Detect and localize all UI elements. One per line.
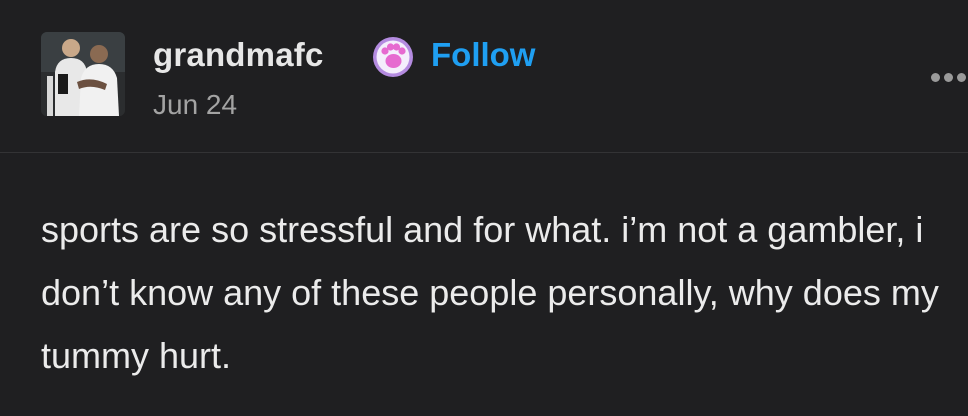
dot — [944, 73, 953, 82]
post-card: grandmafc Follow Jun 24 sports are so st… — [0, 0, 968, 416]
avatar-photo-icon — [41, 32, 125, 116]
more-options-icon[interactable] — [928, 66, 968, 90]
paw-badge-icon[interactable] — [371, 35, 415, 79]
post-date[interactable]: Jun 24 — [153, 89, 237, 121]
username[interactable]: grandmafc — [153, 36, 324, 74]
dot — [957, 73, 966, 82]
avatar[interactable] — [41, 32, 125, 116]
post-header: grandmafc Follow Jun 24 — [0, 0, 968, 153]
follow-button[interactable]: Follow — [431, 36, 535, 74]
post-body-text: sports are so stressful and for what. i’… — [41, 209, 939, 376]
dot — [931, 73, 940, 82]
